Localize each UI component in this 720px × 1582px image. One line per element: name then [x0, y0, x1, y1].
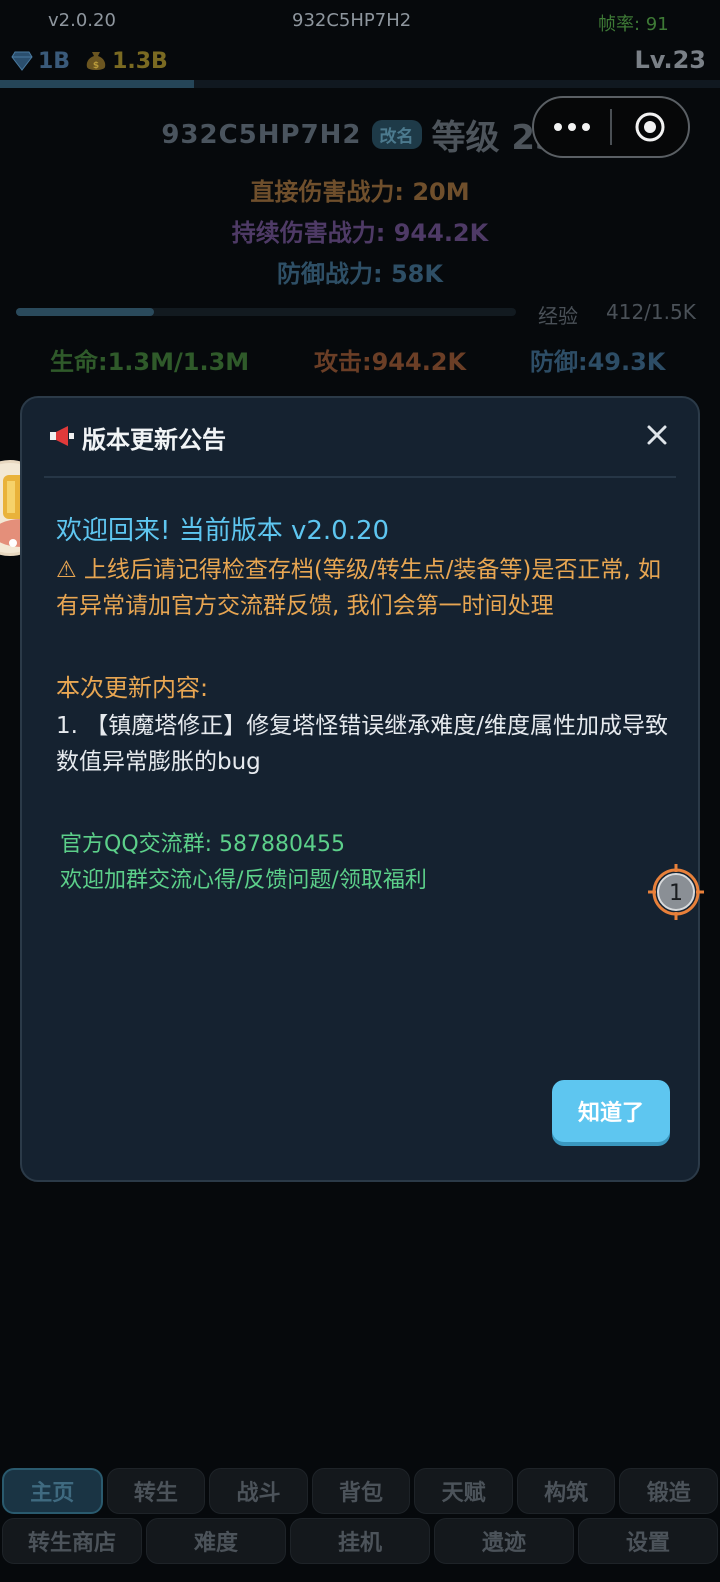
top-progress-bar [0, 80, 720, 88]
nav-forge[interactable]: 锻造 [619, 1468, 719, 1514]
target-icon [635, 112, 665, 142]
exp-label: 经验 [538, 304, 578, 328]
update-item: 1. 【镇魔塔修正】修复塔怪错误继承难度/维度属性加成导致数值异常膨胀的bug [56, 713, 669, 775]
nav-build[interactable]: 构筑 [516, 1468, 616, 1514]
dialog-header: 版本更新公告 [48, 420, 226, 455]
player-id: 932C5HP7H2 [161, 119, 362, 150]
gold-value: 1.3B [112, 48, 168, 74]
nav-home[interactable]: 主页 [2, 1468, 103, 1514]
diamond-icon [10, 49, 34, 73]
close-miniprogram-button[interactable] [612, 111, 688, 143]
svg-text:$: $ [93, 61, 99, 71]
status-bar: v2.0.20 932C5HP7H2 帧率: 91 [0, 0, 720, 44]
qq-group-text: 官方QQ交流群: 587880455 [60, 832, 346, 857]
gem-value: 1B [38, 48, 71, 74]
dot-damage-power: 持续伤害战力: 944.2K [231, 219, 489, 247]
nav-settings[interactable]: 设置 [578, 1518, 718, 1564]
exp-value: 412/1.5K [606, 300, 696, 324]
warning-text: ⚠ 上线后请记得检查存档(等级/转生点/装备等)是否正常, 如有异常请加官方交流… [56, 557, 661, 619]
money-bag-icon: $ [84, 49, 108, 73]
currency-bar: 1B $ 1.3B [10, 46, 182, 76]
close-icon [647, 425, 667, 445]
bottom-nav-row-2: 转生商店 难度 挂机 遗迹 设置 [2, 1518, 718, 1564]
exp-bar [16, 308, 516, 316]
megaphone-icon [48, 424, 76, 452]
hp-stat: 生命:1.3M/1.3M [50, 348, 250, 376]
miniprogram-capsule [532, 96, 690, 158]
close-button[interactable] [644, 422, 670, 448]
nav-rebirth[interactable]: 转生 [106, 1468, 206, 1514]
nav-rebirth-shop[interactable]: 转生商店 [2, 1518, 142, 1564]
nav-difficulty[interactable]: 难度 [146, 1518, 286, 1564]
attack-stat: 攻击:944.2K [314, 348, 467, 376]
dialog-title: 版本更新公告 [82, 426, 226, 454]
gold-counter: $ 1.3B [84, 49, 168, 74]
bottom-nav-row-1: 主页 转生 战斗 背包 天赋 构筑 锻造 [2, 1468, 719, 1514]
defense-power: 防御战力: 58K [277, 260, 443, 288]
update-heading: 本次更新内容: [56, 674, 209, 702]
rename-button[interactable]: 改名 [371, 120, 422, 149]
welcome-text: 欢迎回来! 当前版本 v2.0.20 [56, 516, 390, 546]
marker-label: 1 [669, 881, 683, 906]
dialog-divider [44, 476, 676, 478]
qq-group-subtext: 欢迎加群交流心得/反馈问题/领取福利 [60, 868, 427, 893]
exp-fill [16, 308, 154, 316]
gem-counter: 1B [10, 49, 70, 74]
uid-label: 932C5HP7H2 [292, 10, 412, 31]
nav-relics[interactable]: 遗迹 [434, 1518, 574, 1564]
direct-damage-power: 直接伤害战力: 20M [250, 178, 470, 206]
more-icon-dot [568, 123, 577, 131]
nav-idle[interactable]: 挂机 [290, 1518, 430, 1564]
nav-talent[interactable]: 天赋 [414, 1468, 513, 1514]
fps-label: 帧率: 91 [598, 14, 669, 35]
more-menu-button[interactable] [534, 123, 610, 131]
defense-stat: 防御:49.3K [530, 348, 666, 376]
more-icon-dot [582, 123, 591, 131]
level-short: Lv.23 [634, 46, 707, 74]
nav-bag[interactable]: 背包 [311, 1468, 411, 1514]
top-progress-fill [0, 80, 195, 88]
version-label: v2.0.20 [48, 10, 116, 31]
floating-marker[interactable]: 1 [648, 864, 704, 920]
nav-battle[interactable]: 战斗 [209, 1468, 308, 1514]
update-announcement-dialog: 版本更新公告 欢迎回来! 当前版本 v2.0.20 ⚠ 上线后请记得检查存档(等… [20, 396, 700, 1182]
more-icon [554, 123, 563, 131]
acknowledge-button[interactable]: 知道了 [552, 1080, 670, 1142]
